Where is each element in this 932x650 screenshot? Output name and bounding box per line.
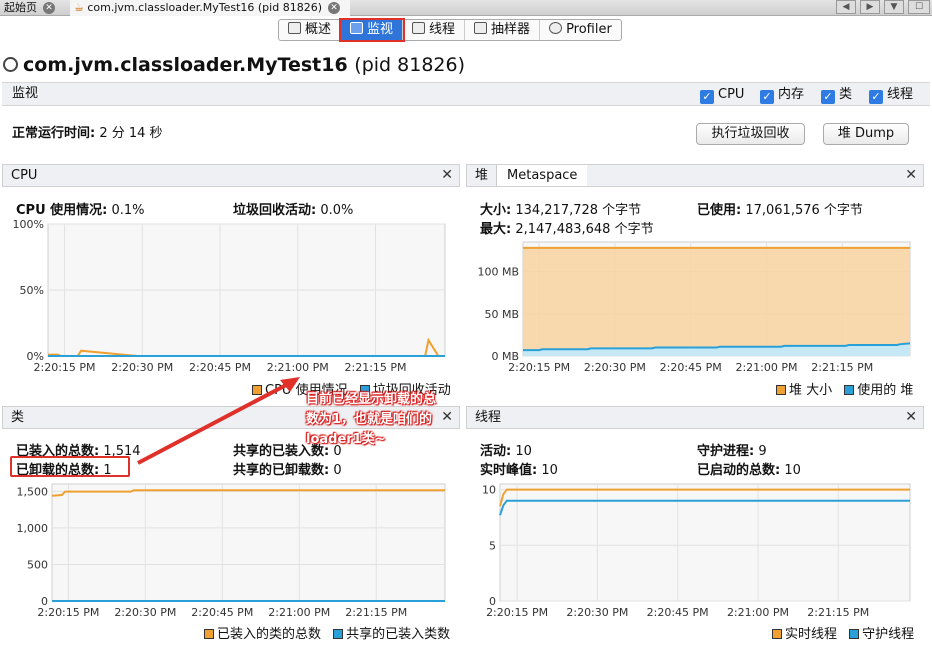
x-tick-label: 2:20:45 PM	[189, 361, 251, 374]
x-tick-label: 2:21:00 PM	[735, 361, 797, 374]
y-tick-label: 1,000	[17, 522, 49, 535]
x-tick-label: 2:20:30 PM	[111, 361, 173, 374]
y-tick-label: 100%	[13, 218, 44, 231]
x-tick-label: 2:21:00 PM	[268, 606, 330, 619]
x-tick-label: 2:20:45 PM	[191, 606, 253, 619]
x-tick-label: 2:21:15 PM	[811, 361, 873, 374]
y-tick-label: 0 MB	[491, 350, 519, 363]
annotation-text: 目前已经显示卸载的总数为1，也就是咱们的loader1类~	[306, 392, 437, 447]
plot-area	[51, 483, 446, 602]
x-tick-label: 2:21:00 PM	[267, 361, 329, 374]
x-tick-label: 2:20:30 PM	[114, 606, 176, 619]
x-tick-label: 2:21:15 PM	[807, 606, 869, 619]
x-tick-label: 2:20:30 PM	[566, 606, 628, 619]
x-tick-label: 2:21:15 PM	[345, 606, 407, 619]
x-tick-label: 2:20:45 PM	[647, 606, 709, 619]
y-tick-label: 5	[489, 539, 496, 552]
series-area	[523, 247, 910, 356]
charts-layer: 2:20:15 PM 2:20:30 PM 2:20:45 PM 2:21:00 PM…	[13, 218, 911, 619]
y-tick-label: 1,500	[17, 485, 49, 498]
y-tick-label: 0	[489, 595, 496, 608]
y-tick-label: 10	[482, 484, 496, 497]
y-tick-label: 100 MB	[477, 266, 519, 279]
x-tick-label: 2:21:15 PM	[345, 361, 407, 374]
x-tick-label: 2:20:45 PM	[660, 361, 722, 374]
x-tick-label: 2:20:30 PM	[584, 361, 646, 374]
y-tick-label: 500	[27, 558, 48, 571]
y-tick-label: 0	[41, 595, 48, 608]
y-tick-label: 50%	[20, 284, 44, 297]
y-tick-label: 0%	[27, 350, 44, 363]
y-tick-label: 50 MB	[484, 308, 519, 321]
x-tick-label: 2:21:00 PM	[727, 606, 789, 619]
